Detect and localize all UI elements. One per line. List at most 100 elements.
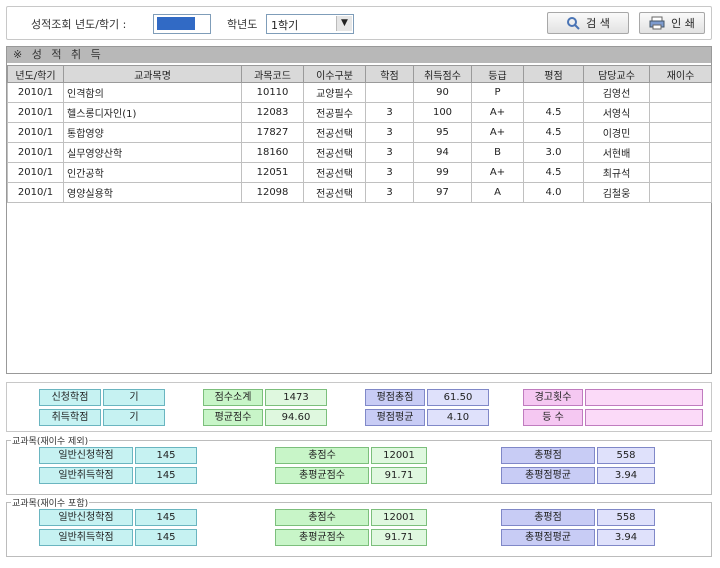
total-average-score-label: 총평균점수 bbox=[275, 467, 369, 484]
year-input[interactable] bbox=[153, 14, 211, 34]
column-header[interactable]: 과목코드 bbox=[241, 65, 304, 83]
table-cell: 이경민 bbox=[583, 122, 650, 143]
table-cell: 3 bbox=[365, 142, 414, 163]
group-excluding-retake: 교과목(재이수 제외) 일반신청학점 145 일반취득학점 145 총점수 12… bbox=[6, 434, 712, 495]
total-grade-average-value: 3.94 bbox=[597, 529, 655, 546]
table-cell: 3.0 bbox=[523, 142, 584, 163]
table-cell: 12098 bbox=[241, 182, 304, 203]
general-earned-credits-label: 일반취득학점 bbox=[39, 529, 133, 546]
total-score-value: 12001 bbox=[371, 509, 427, 526]
table-cell: 2010/1 bbox=[7, 162, 64, 183]
grade-total-label: 평점총점 bbox=[365, 389, 425, 406]
table-cell bbox=[649, 102, 712, 123]
column-header[interactable]: 이수구분 bbox=[303, 65, 366, 83]
table-cell: 최규석 bbox=[583, 162, 650, 183]
total-score-label: 총점수 bbox=[275, 509, 369, 526]
table-cell: 영양실용학 bbox=[63, 182, 242, 203]
table-row[interactable]: 2010/1 인격함의 10110 교양필수 90 P 김영선 bbox=[7, 82, 712, 103]
table-cell: A+ bbox=[471, 122, 524, 143]
table-cell: A+ bbox=[471, 162, 524, 183]
column-header[interactable]: 평점 bbox=[523, 65, 584, 83]
table-cell: 전공선택 bbox=[303, 142, 366, 163]
applied-credits-label: 신청학점 bbox=[39, 389, 101, 406]
table-cell: 90 bbox=[413, 82, 472, 103]
applied-credits-value: 기 bbox=[103, 389, 165, 406]
table-cell: 2010/1 bbox=[7, 82, 64, 103]
column-header[interactable]: 등급 bbox=[471, 65, 524, 83]
column-header[interactable]: 학점 bbox=[365, 65, 414, 83]
table-cell: 4.5 bbox=[523, 162, 584, 183]
table-cell: 전공선택 bbox=[303, 182, 366, 203]
earned-credits-label: 취득학점 bbox=[39, 409, 101, 426]
score-sum-value: 1473 bbox=[265, 389, 327, 406]
total-grade-average-value: 3.94 bbox=[597, 467, 655, 484]
magnifier-icon bbox=[567, 17, 580, 30]
grid-title: ※ 성 적 취 득 bbox=[7, 47, 711, 63]
table-cell: 인격함의 bbox=[63, 82, 242, 103]
table-cell: 2010/1 bbox=[7, 102, 64, 123]
table-row[interactable]: 2010/1 인간공학 12051 전공선택 3 99 A+ 4.5 최규석 bbox=[7, 162, 712, 183]
year-input-selection bbox=[157, 17, 195, 30]
column-header[interactable]: 취득점수 bbox=[413, 65, 472, 83]
table-cell: 서현배 bbox=[583, 142, 650, 163]
total-grade-average-label: 총평점평균 bbox=[501, 467, 595, 484]
print-button[interactable]: 인 쇄 bbox=[639, 12, 705, 34]
search-button-label: 검 색 bbox=[586, 17, 610, 30]
table-cell: 100 bbox=[413, 102, 472, 123]
table-cell bbox=[649, 162, 712, 183]
table-cell: 3 bbox=[365, 122, 414, 143]
table-row[interactable]: 2010/1 헬스롱디자인(1) 12083 전공필수 3 100 A+ 4.5 서영식 bbox=[7, 102, 712, 123]
total-grade-average-label: 총평점평균 bbox=[501, 529, 595, 546]
table-cell: 3 bbox=[365, 182, 414, 203]
table-row[interactable]: 2010/1 통합영양 17827 전공선택 3 95 A+ 4.5 이경민 bbox=[7, 122, 712, 143]
average-score-label: 평균점수 bbox=[203, 409, 263, 426]
general-applied-credits-value: 145 bbox=[135, 509, 197, 526]
table-cell bbox=[649, 122, 712, 143]
search-button[interactable]: 검 색 bbox=[547, 12, 629, 34]
chevron-down-icon[interactable]: ▼ bbox=[336, 16, 352, 31]
printer-icon bbox=[649, 16, 665, 30]
general-applied-credits-value: 145 bbox=[135, 447, 197, 464]
table-row[interactable]: 2010/1 영양실용학 12098 전공선택 3 97 A 4.0 김철웅 bbox=[7, 182, 712, 203]
semester-select[interactable]: 1학기 ▼ bbox=[266, 14, 354, 34]
table-row[interactable]: 2010/1 실무영양산학 18160 전공선택 3 94 B 3.0 서현배 bbox=[7, 142, 712, 163]
table-cell: 4.5 bbox=[523, 102, 584, 123]
table-cell: 99 bbox=[413, 162, 472, 183]
table-cell: 12051 bbox=[241, 162, 304, 183]
column-header[interactable]: 교과목명 bbox=[63, 65, 242, 83]
general-applied-credits-label: 일반신청학점 bbox=[39, 509, 133, 526]
warning-count-value bbox=[585, 389, 703, 406]
table-cell: 97 bbox=[413, 182, 472, 203]
table-cell bbox=[523, 82, 584, 103]
table-cell: 김철웅 bbox=[583, 182, 650, 203]
table-cell: 실무영양산학 bbox=[63, 142, 242, 163]
summary-panel: 신청학점 기 취득학점 기 점수소계 1473 평균점수 94.60 평점총점 … bbox=[6, 382, 712, 432]
table-cell: 4.0 bbox=[523, 182, 584, 203]
total-grade-value: 558 bbox=[597, 447, 655, 464]
table-cell: 17827 bbox=[241, 122, 304, 143]
table-cell: 인간공학 bbox=[63, 162, 242, 183]
table-cell: 95 bbox=[413, 122, 472, 143]
column-header[interactable]: 재이수 bbox=[649, 65, 712, 83]
table-cell: A bbox=[471, 182, 524, 203]
grade-average-label: 평점평균 bbox=[365, 409, 425, 426]
print-button-label: 인 쇄 bbox=[671, 17, 695, 30]
column-header[interactable]: 담당교수 bbox=[583, 65, 650, 83]
warning-count-label: 경고횟수 bbox=[523, 389, 583, 406]
year-semester-label: 성적조회 년도/학기 : bbox=[31, 18, 127, 31]
total-average-score-value: 91.71 bbox=[371, 467, 427, 484]
earned-credits-value: 기 bbox=[103, 409, 165, 426]
general-earned-credits-value: 145 bbox=[135, 529, 197, 546]
table-cell: 전공선택 bbox=[303, 122, 366, 143]
average-score-value: 94.60 bbox=[265, 409, 327, 426]
table-cell bbox=[649, 142, 712, 163]
total-score-label: 총점수 bbox=[275, 447, 369, 464]
general-earned-credits-label: 일반취득학점 bbox=[39, 467, 133, 484]
table-cell: 3 bbox=[365, 162, 414, 183]
table-cell: 전공선택 bbox=[303, 162, 366, 183]
total-grade-label: 총평점 bbox=[501, 509, 595, 526]
column-header[interactable]: 년도/학기 bbox=[7, 65, 64, 83]
general-earned-credits-value: 145 bbox=[135, 467, 197, 484]
table-cell: 2010/1 bbox=[7, 182, 64, 203]
total-grade-value: 558 bbox=[597, 509, 655, 526]
